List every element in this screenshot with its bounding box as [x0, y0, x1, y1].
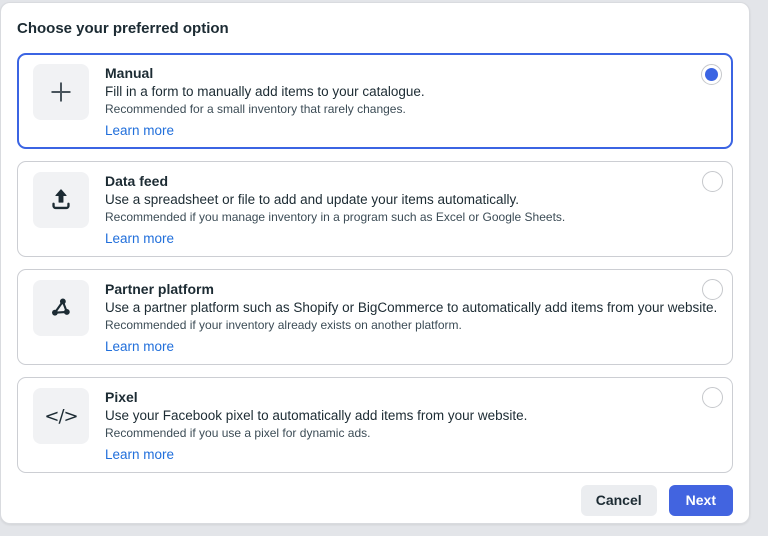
plus-icon: [47, 78, 75, 106]
learn-more-link[interactable]: Learn more: [105, 338, 174, 356]
option-card-data-feed[interactable]: Data feed Use a spreadsheet or file to a…: [17, 161, 733, 257]
options-list: Manual Fill in a form to manually add it…: [17, 53, 733, 473]
upload-icon: [47, 186, 75, 214]
option-content: Pixel Use your Facebook pixel to automat…: [105, 388, 717, 464]
option-content: Data feed Use a spreadsheet or file to a…: [105, 172, 717, 248]
icon-tile: </>: [33, 388, 89, 444]
option-recommendation: Recommended if you manage inventory in a…: [105, 210, 566, 224]
choose-option-dialog: Choose your preferred option Manual Fill…: [0, 2, 750, 524]
icon-tile: [33, 64, 89, 120]
option-recommendation: Recommended if you use a pixel for dynam…: [105, 426, 371, 440]
code-icon: </>: [44, 405, 78, 427]
dialog-footer: Cancel Next: [17, 485, 733, 516]
option-description: Use a partner platform such as Shopify o…: [105, 300, 718, 315]
option-content: Partner platform Use a partner platform …: [105, 280, 717, 356]
option-card-partner-platform[interactable]: Partner platform Use a partner platform …: [17, 269, 733, 365]
learn-more-link[interactable]: Learn more: [105, 230, 174, 248]
option-title: Manual: [105, 65, 154, 81]
radio-button[interactable]: [702, 279, 723, 300]
option-description: Use your Facebook pixel to automatically…: [105, 408, 528, 423]
partner-network-icon: [47, 294, 75, 322]
cancel-button[interactable]: Cancel: [580, 485, 657, 516]
option-title: Partner platform: [105, 281, 214, 297]
learn-more-link[interactable]: Learn more: [105, 122, 174, 140]
option-recommendation: Recommended for a small inventory that r…: [105, 102, 406, 116]
option-card-manual[interactable]: Manual Fill in a form to manually add it…: [17, 53, 733, 149]
option-card-pixel[interactable]: </> Pixel Use your Facebook pixel to aut…: [17, 377, 733, 473]
learn-more-link[interactable]: Learn more: [105, 446, 174, 464]
option-title: Data feed: [105, 173, 169, 189]
page-title: Choose your preferred option: [17, 20, 229, 37]
option-description: Use a spreadsheet or file to add and upd…: [105, 192, 519, 207]
radio-dot: [705, 68, 718, 81]
option-content: Manual Fill in a form to manually add it…: [105, 64, 717, 140]
icon-tile: [33, 280, 89, 336]
next-button[interactable]: Next: [668, 485, 733, 516]
option-recommendation: Recommended if your inventory already ex…: [105, 318, 462, 332]
radio-button[interactable]: [702, 171, 723, 192]
radio-button[interactable]: [701, 64, 722, 85]
icon-tile: [33, 172, 89, 228]
option-title: Pixel: [105, 389, 138, 405]
option-description: Fill in a form to manually add items to …: [105, 84, 425, 99]
radio-button[interactable]: [702, 387, 723, 408]
